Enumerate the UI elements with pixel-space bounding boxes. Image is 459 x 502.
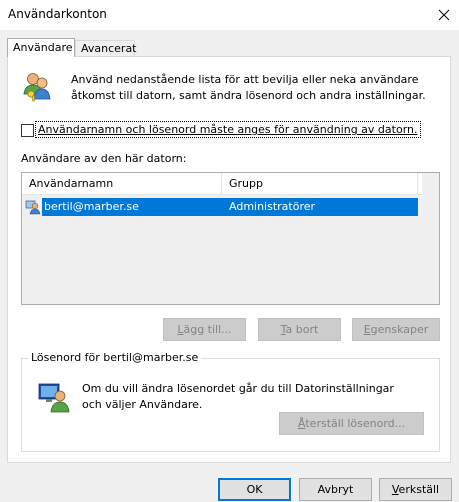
list-scrollbar-area xyxy=(422,173,439,304)
list-header: Användarnamn Grupp xyxy=(22,173,439,195)
row-username: bertil@marber.se xyxy=(42,198,222,216)
apply-button[interactable]: Verkställ xyxy=(379,478,452,501)
column-header-group[interactable]: Grupp xyxy=(222,173,418,195)
column-header-username[interactable]: Användarnamn xyxy=(22,173,222,195)
label-part: terställ lösenord... xyxy=(305,417,406,430)
tab-advanced[interactable]: Avancerat xyxy=(75,40,137,56)
label-part: a bort xyxy=(285,323,319,336)
user-icon xyxy=(25,200,41,215)
close-icon xyxy=(438,9,449,21)
properties-button[interactable]: Egenskaper xyxy=(352,318,440,341)
require-login-label[interactable]: Användarnamn och lösenord måste anges fö… xyxy=(35,121,421,138)
users-icon xyxy=(23,73,51,102)
tab-users[interactable]: Användare xyxy=(7,38,75,57)
require-login-checkbox[interactable] xyxy=(21,124,34,137)
label-part: ägg till... xyxy=(183,323,232,336)
remove-user-button[interactable]: Ta bort xyxy=(258,318,341,341)
close-button[interactable] xyxy=(428,0,459,30)
user-password-icon xyxy=(38,383,70,413)
cancel-button[interactable]: Avbryt xyxy=(299,478,372,501)
users-list-label: Användare av den här datorn: xyxy=(21,152,187,165)
label-part: erkställ xyxy=(398,483,440,496)
label-mnemonic: V xyxy=(391,483,399,496)
table-row[interactable]: bertil@marber.se Administratörer xyxy=(22,198,418,216)
password-info-text: Om du vill ändra lösenordet går du till … xyxy=(82,382,394,411)
users-listview[interactable]: Användarnamn Grupp bertil@marber.se Admi… xyxy=(21,172,440,305)
label-mnemonic: E xyxy=(363,323,371,336)
ok-button[interactable]: OK xyxy=(218,478,291,501)
label-part: genskaper xyxy=(370,323,429,336)
title-bar: Användarkonton xyxy=(0,0,459,30)
reset-password-button[interactable]: Återställ lösenord... xyxy=(279,412,424,435)
add-user-button[interactable]: Lägg till... xyxy=(163,318,246,341)
row-group: Administratörer xyxy=(222,198,418,216)
intro-text: Använd nedanstående lista för att bevilj… xyxy=(71,73,426,102)
window-title: Användarkonton xyxy=(8,7,107,21)
password-group-title: Lösenord för bertil@marber.se xyxy=(28,351,202,364)
